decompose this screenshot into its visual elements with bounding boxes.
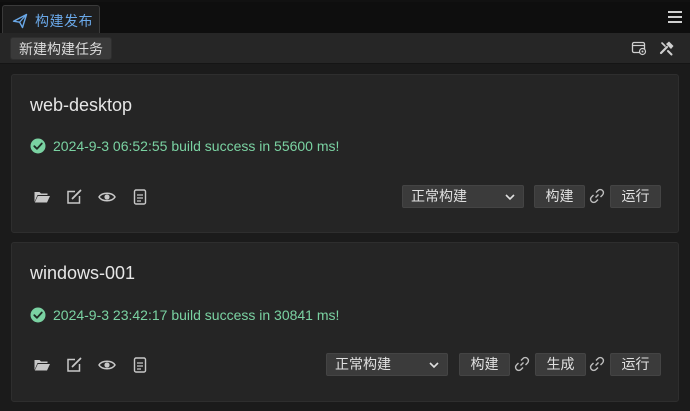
link-icon[interactable] bbox=[589, 356, 605, 372]
build-task-card: windows-001 2024-9-3 23:42:17 build succ… bbox=[11, 242, 679, 402]
build-status: 2024-9-3 06:52:55 build success in 55600… bbox=[30, 138, 339, 154]
task-name: windows-001 bbox=[30, 263, 136, 283]
build-tools-icon[interactable] bbox=[659, 40, 675, 56]
hamburger-menu-icon[interactable] bbox=[668, 11, 682, 25]
build-mode-select[interactable]: 正常构建 bbox=[326, 353, 448, 376]
preview-eye-icon[interactable] bbox=[98, 188, 116, 206]
edit-icon[interactable] bbox=[65, 188, 83, 206]
build-status-text: 2024-9-3 23:42:17 build success in 30841… bbox=[53, 307, 340, 323]
task-name: web-desktop bbox=[30, 95, 133, 115]
paper-plane-icon bbox=[12, 13, 28, 28]
open-folder-icon[interactable] bbox=[33, 356, 51, 374]
run-button[interactable]: 运行 bbox=[610, 353, 661, 376]
build-button[interactable]: 构建 bbox=[534, 185, 585, 208]
build-mode-value: 正常构建 bbox=[335, 356, 391, 372]
success-check-icon bbox=[30, 307, 46, 323]
build-panel: 构建发布 新建构建任务 web-desktop 2024-9-3 06:52:5… bbox=[0, 0, 690, 411]
run-button[interactable]: 运行 bbox=[610, 185, 661, 208]
link-icon[interactable] bbox=[589, 188, 605, 204]
chevron-down-icon bbox=[429, 362, 439, 369]
toolbar: 新建构建任务 bbox=[0, 33, 690, 64]
build-button[interactable]: 构建 bbox=[459, 353, 510, 376]
tab-title: 构建发布 bbox=[35, 12, 93, 29]
preview-eye-icon[interactable] bbox=[98, 356, 116, 374]
template-settings-icon[interactable] bbox=[631, 40, 647, 56]
chevron-down-icon bbox=[505, 194, 515, 201]
tab-build-publish[interactable]: 构建发布 bbox=[2, 5, 100, 35]
open-folder-icon[interactable] bbox=[33, 188, 51, 206]
build-mode-value: 正常构建 bbox=[411, 188, 467, 204]
log-file-icon[interactable] bbox=[131, 188, 149, 206]
tab-bar: 构建发布 bbox=[0, 0, 690, 35]
build-mode-select[interactable]: 正常构建 bbox=[402, 185, 524, 208]
log-file-icon[interactable] bbox=[131, 356, 149, 374]
success-check-icon bbox=[30, 138, 46, 154]
generate-button[interactable]: 生成 bbox=[535, 353, 586, 376]
build-status-text: 2024-9-3 06:52:55 build success in 55600… bbox=[53, 138, 340, 154]
edit-icon[interactable] bbox=[65, 356, 83, 374]
link-icon[interactable] bbox=[514, 356, 530, 372]
build-task-card: web-desktop 2024-9-3 06:52:55 build succ… bbox=[11, 74, 679, 233]
new-build-task-button[interactable]: 新建构建任务 bbox=[10, 37, 112, 60]
build-status: 2024-9-3 23:42:17 build success in 30841… bbox=[30, 307, 339, 323]
